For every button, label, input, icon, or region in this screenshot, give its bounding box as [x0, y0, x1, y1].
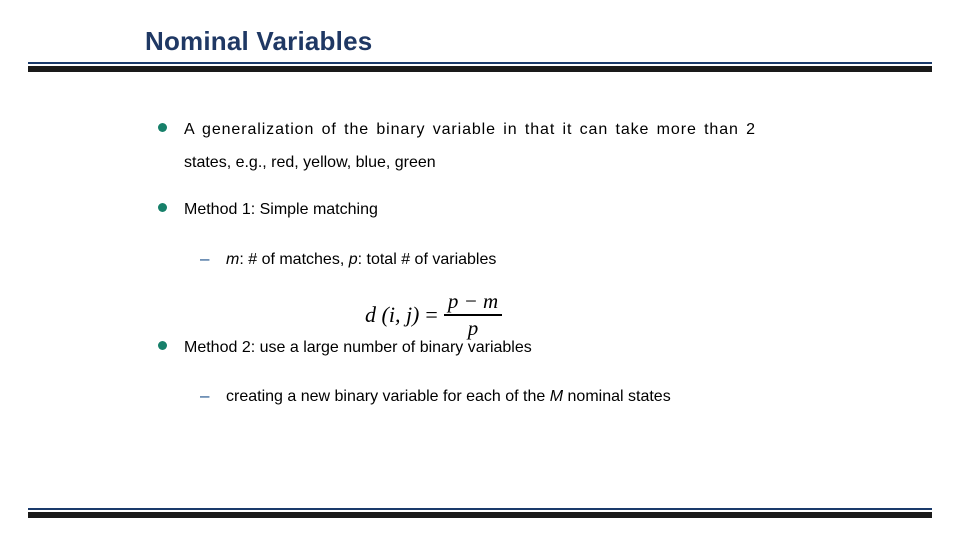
top-divider-thick-bar — [28, 66, 932, 72]
slide: Nominal Variables A generalization of th… — [0, 0, 960, 540]
slide-body: A generalization of the binary variable … — [150, 118, 930, 408]
bottom-divider — [28, 508, 932, 518]
bullet-item-3: Method 2: use a large number of binary v… — [150, 336, 930, 359]
sub-bullet-1-var-p: p — [348, 251, 358, 269]
formula-numerator: p − m — [447, 289, 499, 314]
sub-bullet-1-var-m: m — [226, 251, 240, 269]
bottom-divider-thick-bar — [28, 512, 932, 518]
dash-icon: – — [200, 385, 210, 405]
bullet-item-1: A generalization of the binary variable … — [150, 118, 930, 141]
sub-bullet-2-var-M: M — [549, 387, 564, 405]
top-divider — [28, 62, 932, 72]
page-title: Nominal Variables — [145, 26, 373, 56]
formula-simple-matching: d (i, j) = p − m p — [365, 289, 503, 340]
sub-bullet-item-2: – creating a new binary variable for eac… — [150, 385, 930, 408]
formula-denominator: p — [467, 315, 479, 340]
sub-bullet-1-desc-m: : # of matches, — [239, 251, 349, 269]
bullet-dot-icon — [158, 203, 167, 213]
formula-equals: = — [425, 302, 438, 327]
bullet-item-2: Method 1: Simple matching — [150, 198, 930, 221]
sub-bullet-item-1: – m: # of matches, p: total # of variabl… — [150, 248, 930, 271]
bullet-dot-icon — [158, 123, 167, 132]
dash-icon: – — [200, 249, 210, 269]
sub-bullet-2-pre: creating a new binary variable for each … — [226, 387, 550, 405]
sub-bullet-1-desc-p: : total # of variables — [357, 251, 497, 269]
sub-bullet-2-post: nominal states — [563, 387, 671, 405]
bullet-item-3-label: Method 2: use a large number of binary v… — [184, 338, 532, 356]
bullet-dot-icon — [158, 340, 167, 350]
bullet-item-1-line1: A generalization of the binary variable … — [184, 121, 756, 138]
formula-fraction: p − m p — [443, 289, 503, 340]
formula-lhs: d (i, j) — [365, 302, 420, 327]
bullet-item-2-label: Method 1: Simple matching — [184, 201, 378, 219]
bullet-item-1-line2-wrapper: states, e.g., red, yellow, blue, green — [150, 154, 930, 172]
bullet-item-1-line2: states, e.g., red, yellow, blue, green — [184, 154, 436, 172]
